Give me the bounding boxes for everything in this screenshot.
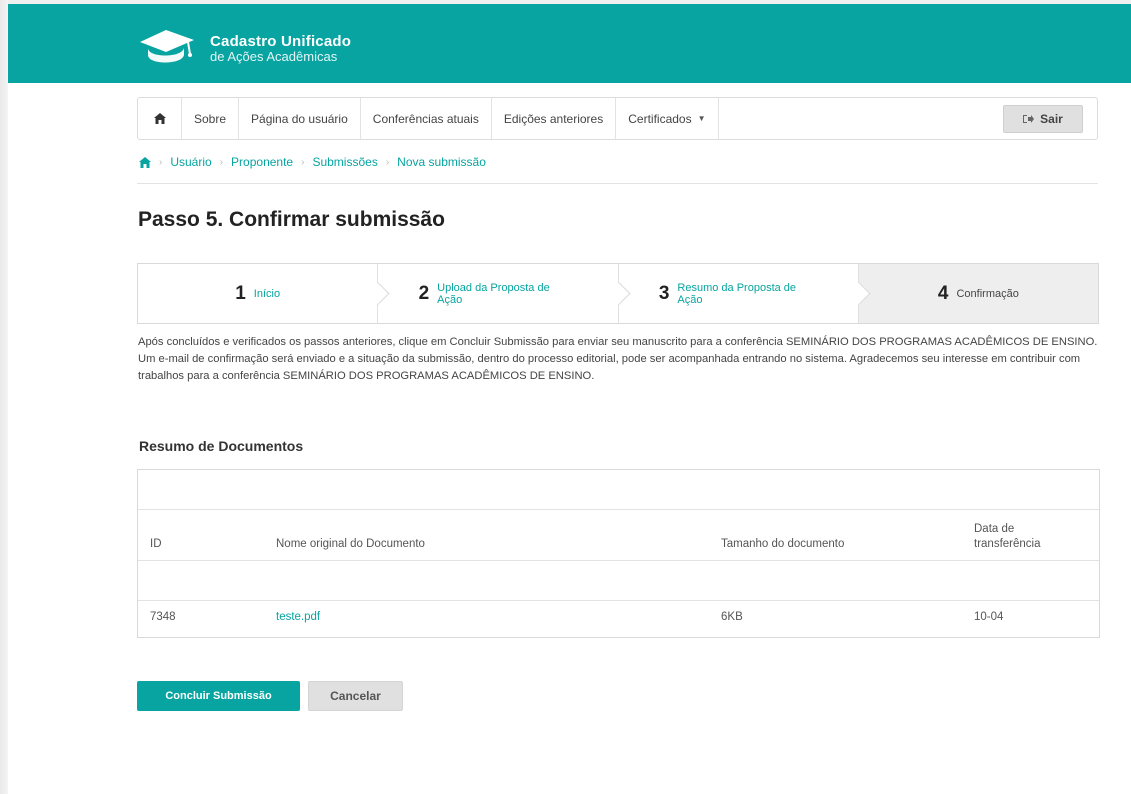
step-number: 3: [658, 282, 670, 304]
nav-item-previous-editions[interactable]: Edições anteriores: [492, 98, 617, 139]
step-label: Upload da Proposta de Ação: [437, 281, 550, 306]
column-header-name: Nome original do Documento: [276, 538, 425, 550]
column-header-date-line1: Data de: [974, 523, 1015, 535]
column-header-id: ID: [150, 538, 162, 550]
divider: [137, 183, 1098, 184]
breadcrumb-item-proponente[interactable]: Proponente: [231, 155, 293, 169]
cancel-button[interactable]: Cancelar: [308, 681, 403, 711]
nav-item-sobre[interactable]: Sobre: [182, 98, 240, 139]
page-title: Passo 5. Confirmar submissão: [138, 208, 445, 231]
step-number: 4: [937, 282, 949, 304]
breadcrumb-separator: ›: [159, 156, 163, 168]
logout-label: Sair: [1040, 111, 1063, 126]
document-date: 10-04: [974, 611, 1004, 623]
nav-home[interactable]: [138, 98, 182, 139]
document-link[interactable]: teste.pdf: [276, 611, 320, 623]
column-header-size: Tamanho do documento: [721, 538, 845, 550]
caret-down-icon: ▼: [697, 114, 706, 123]
table-divider: [138, 560, 1099, 561]
sign-out-icon: [1023, 114, 1035, 123]
step-4[interactable]: 4 Confirmação: [858, 264, 1098, 323]
breadcrumb-item-usuario[interactable]: Usuário: [170, 155, 211, 169]
nav-item-certificates[interactable]: Certificados ▼: [616, 98, 719, 139]
step-wizard: 1 Início 2 Upload da Proposta de Ação 3 …: [137, 263, 1099, 324]
site-subtitle: de Ações Acadêmicas: [210, 49, 338, 64]
instructions-text: Após concluídos e verificados os passos …: [138, 336, 1098, 382]
step-label: Resumo da Proposta de Ação: [677, 281, 797, 306]
breadcrumb-separator: ›: [385, 156, 390, 168]
breadcrumb-separator: ›: [219, 156, 224, 168]
document-size: 6KB: [721, 611, 743, 623]
submit-button[interactable]: Concluir Submissão: [137, 681, 300, 711]
breadcrumb-item-nova-submissao[interactable]: Nova submissão: [397, 155, 486, 169]
column-header-date-line2: transferência: [974, 538, 1041, 550]
nav-item-user-page[interactable]: Página do usuário: [239, 98, 361, 139]
nav-item-certificates-label: Certificados: [628, 111, 692, 126]
logout-button[interactable]: Sair: [1003, 104, 1083, 133]
column-header-date: Data de transferência: [974, 522, 1040, 552]
document-id: 7348: [150, 611, 176, 623]
breadcrumb-item-submissoes[interactable]: Submissões: [312, 155, 377, 169]
step-number: 2: [418, 282, 430, 304]
documents-section-title: Resumo de Documentos: [139, 438, 304, 454]
documents-table: ID Nome original do Documento Tamanho do…: [137, 469, 1100, 638]
step-label: Início: [253, 287, 281, 300]
window-left-edge: [0, 0, 8, 794]
site-header: Cadastro Unificado de Ações Acadêmicas: [8, 4, 1131, 83]
step-1[interactable]: 1 Início: [138, 264, 390, 323]
step-3[interactable]: 3 Resumo da Proposta de Ação: [619, 264, 871, 323]
nav-item-current-conferences[interactable]: Conferências atuais: [361, 98, 492, 139]
step-label: Confirmação: [956, 287, 1019, 300]
breadcrumb: › Usuário › Proponente › Submissões › No…: [139, 155, 486, 169]
table-divider: [138, 509, 1099, 510]
step-2[interactable]: 2 Upload da Proposta de Ação: [378, 264, 631, 323]
graduation-cap-icon[interactable]: [136, 24, 196, 72]
main-navbar: Sobre Página do usuário Conferências atu…: [137, 97, 1098, 140]
site-title: Cadastro Unificado: [210, 33, 352, 50]
home-icon: [153, 113, 166, 124]
table-divider: [138, 600, 1099, 601]
step-number: 1: [235, 282, 246, 304]
home-icon[interactable]: [139, 156, 151, 168]
breadcrumb-separator: ›: [301, 156, 305, 168]
